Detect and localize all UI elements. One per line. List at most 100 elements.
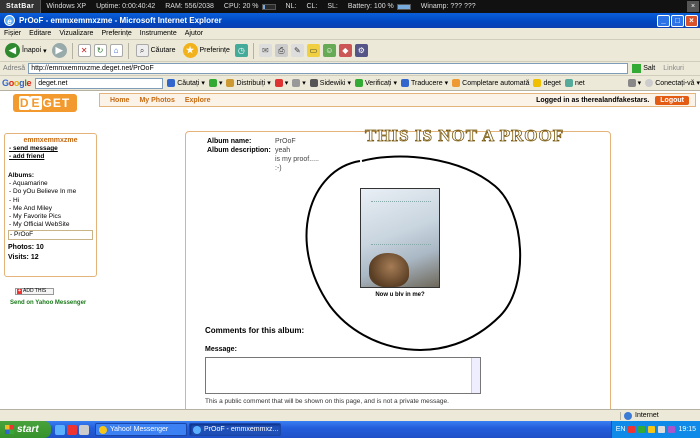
media-quicklaunch-icon[interactable]: [67, 424, 77, 435]
language-indicator[interactable]: EN: [616, 426, 626, 433]
pagerank-button[interactable]: ▾: [274, 79, 288, 87]
share-button[interactable]: Distribuiți ▾: [226, 79, 271, 87]
google-search-button[interactable]: Căutați ▾: [167, 79, 205, 87]
menu-view[interactable]: Vizualizare: [55, 30, 97, 37]
nav-explore[interactable]: Explore: [185, 97, 211, 104]
menu-help[interactable]: Ajutor: [181, 30, 207, 37]
tray-icon[interactable]: [648, 426, 656, 433]
logout-button[interactable]: Logout: [655, 95, 689, 105]
album-link-believe[interactable]: - Do yOu Believe In me: [8, 188, 93, 196]
deget-logo[interactable]: D E GET: [13, 94, 77, 112]
tray-icon[interactable]: [658, 426, 666, 433]
username[interactable]: emmxemmxzme: [8, 137, 93, 144]
search-button[interactable]: ⌕ Căutare: [134, 44, 178, 57]
home-button[interactable]: ⌂: [109, 44, 123, 57]
statbar-sl: SL:: [327, 3, 338, 10]
yahoo-send-link[interactable]: Send on Yahoo Messenger: [10, 300, 86, 306]
menu-edit[interactable]: Editare: [25, 30, 55, 37]
album-photo[interactable]: [360, 188, 440, 288]
album-link-favorite-pics[interactable]: - My Favorite Pics: [8, 213, 93, 221]
back-button[interactable]: ◀ Înapoi ▾: [3, 43, 49, 58]
maximize-button[interactable]: □: [671, 14, 684, 27]
menu-tools[interactable]: Instrumente: [136, 30, 181, 37]
bookmark-net[interactable]: net: [565, 79, 585, 87]
mail-button[interactable]: ✉: [258, 44, 272, 57]
statbar-uptime: Uptime: 0:00:40:42: [96, 3, 156, 10]
tools-button[interactable]: ⚙: [354, 44, 368, 57]
menu-file[interactable]: Fișier: [0, 30, 25, 37]
folder-button[interactable]: ▭: [306, 44, 320, 57]
send-message-link[interactable]: - send message: [9, 145, 93, 153]
hand-shape: [369, 253, 409, 287]
favorites-button[interactable]: ★ Preferințe: [181, 43, 232, 58]
system-tray: EN 19:15: [610, 421, 700, 438]
addthis-button[interactable]: + ADD THIS: [15, 288, 54, 295]
forward-button[interactable]: ▶: [51, 43, 67, 58]
nav-my-photos[interactable]: My Photos: [139, 97, 174, 104]
favorites-label: Preferințe: [199, 47, 230, 54]
signin-button[interactable]: Conectați-vă ▾: [645, 79, 700, 87]
task-yahoo-messenger[interactable]: Yahoo! Messenger: [95, 423, 187, 436]
google-toolbar: Google deget.net Căutați ▾ ▾ Distribuiți ▾…: [0, 76, 700, 91]
research-button[interactable]: ◆: [338, 44, 352, 57]
statbar: StatBar Windows XP Uptime: 0:00:40:42 RA…: [0, 0, 700, 13]
album-desc-line: yeah: [275, 147, 291, 154]
back-dropdown-icon[interactable]: ▾: [43, 47, 47, 55]
message-textarea[interactable]: [205, 357, 481, 394]
links-button[interactable]: Linkuri: [663, 65, 684, 72]
history-button[interactable]: ◷: [234, 44, 248, 57]
highlight-button[interactable]: ▾: [292, 79, 306, 87]
user-icon: [645, 79, 654, 87]
address-bar: Adresă http://emmxemmxzme.deget.net/PrOo…: [0, 62, 700, 76]
sidewiki-icon: [309, 79, 318, 87]
refresh-button[interactable]: ↻: [93, 44, 107, 57]
clock: 19:15: [678, 426, 696, 433]
tray-icon[interactable]: [638, 426, 646, 433]
sidewiki-button[interactable]: Sidewiki ▾: [309, 79, 351, 87]
status-bar: Internet: [0, 409, 700, 421]
statbar-close-icon[interactable]: ×: [687, 1, 699, 12]
desktop-quicklaunch-icon[interactable]: [79, 424, 89, 435]
albums-title: Albums:: [8, 172, 34, 179]
tray-icon[interactable]: [628, 426, 636, 433]
google-add-button[interactable]: ▾: [208, 79, 222, 87]
edit-button[interactable]: ✎: [290, 44, 304, 57]
yahoo-icon: [99, 425, 107, 434]
window-titlebar[interactable]: e PrOoF - emmxemmxzme - Microsoft Intern…: [0, 13, 700, 28]
minimize-button[interactable]: _: [657, 14, 670, 27]
autofill-button[interactable]: Completare automată: [452, 79, 529, 87]
album-link-proof[interactable]: - PrOoF: [8, 229, 93, 241]
address-input[interactable]: http://emmxemmxzme.deget.net/PrOoF: [28, 63, 629, 74]
translate-button[interactable]: Traducere ▾: [400, 79, 448, 87]
tray-icon[interactable]: [668, 426, 676, 433]
close-button[interactable]: ×: [685, 14, 698, 27]
album-link-website[interactable]: - My Official WebSite: [8, 221, 93, 229]
wrench-icon: [627, 79, 636, 87]
google-search-input[interactable]: deget.net: [35, 77, 164, 89]
start-button[interactable]: start: [0, 421, 51, 438]
album-desc-line: :-): [275, 165, 282, 172]
album-link-aquamarine[interactable]: - Aquamarine: [8, 180, 93, 188]
album-panel: Album name: PrOoF Album description: yea…: [185, 131, 611, 409]
print-button[interactable]: ⎙: [274, 44, 288, 57]
address-label: Adresă: [3, 65, 26, 72]
battery-meter: [396, 3, 411, 10]
task-ie-window[interactable]: PrOoF - emmxemmxz...: [189, 423, 281, 436]
statbar-logo: StatBar: [0, 0, 42, 13]
stop-button[interactable]: ✕: [77, 44, 91, 57]
nav-home[interactable]: Home: [110, 97, 129, 104]
message-scrollbar[interactable]: [471, 358, 480, 393]
message-label: Message:: [205, 346, 237, 353]
menu-favorites[interactable]: Preferințe: [97, 30, 135, 37]
album-link-hi[interactable]: - Hi: [8, 197, 93, 205]
album-desc-label: Album description:: [207, 147, 271, 154]
check-button[interactable]: Verificați ▾: [355, 79, 397, 87]
go-button[interactable]: Salt: [632, 64, 655, 73]
add-friend-link[interactable]: - add friend: [9, 153, 93, 161]
messenger-button[interactable]: ☺: [322, 44, 336, 57]
bookmark-deget[interactable]: deget: [533, 79, 561, 87]
google-settings-button[interactable]: ▾: [627, 79, 641, 87]
ie-quicklaunch-icon[interactable]: [55, 424, 65, 435]
album-link-miley[interactable]: - Me And Miley: [8, 205, 93, 213]
ie-icon: e: [4, 15, 15, 26]
